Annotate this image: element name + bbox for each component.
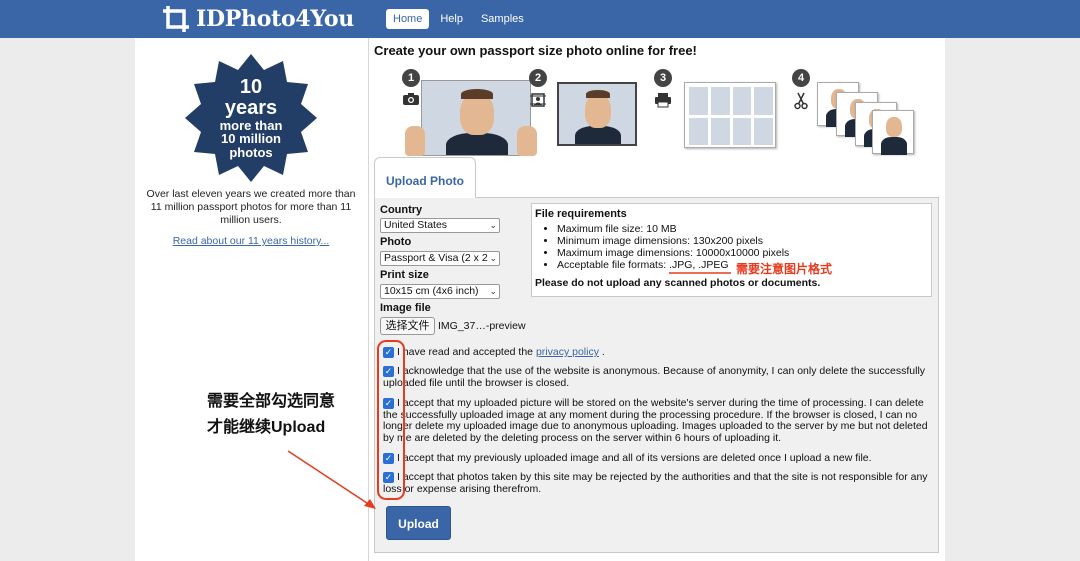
privacy-policy-link[interactable]: privacy policy: [536, 346, 599, 358]
step-2-photo: [557, 82, 637, 146]
requirement-item: Maximum image dimensions: 10000x10000 pi…: [557, 247, 928, 259]
check-text-end: .: [598, 346, 605, 358]
requirements-list: Maximum file size: 10 MB Minimum image d…: [535, 223, 928, 271]
tab-upload-photo[interactable]: Upload Photo: [374, 157, 476, 198]
check-text: I accept that photos taken by this site …: [383, 471, 928, 495]
anonymous-check-row: ✓ I acknowledge that the use of the webs…: [383, 365, 928, 389]
crop-frame-icon: [530, 93, 546, 107]
photo-select[interactable]: Passport & Visa (2 x 2 ⌄: [380, 251, 500, 266]
checkbox-annotation: 需要全部勾选同意 才能继续Upload: [207, 389, 335, 441]
choose-file-button[interactable]: 选择文件: [380, 317, 435, 335]
column-divider: [368, 38, 369, 561]
thumb-left: [405, 126, 425, 156]
previous-upload-check-row: ✓ I accept that my previously uploaded i…: [383, 452, 928, 465]
print-size-select[interactable]: 10x15 cm (4x6 inch) ⌄: [380, 284, 500, 299]
photo-label: Photo: [380, 236, 412, 248]
requirements-warning: Please do not upload any scanned photos …: [535, 277, 821, 289]
badge-number: 10: [239, 75, 263, 98]
history-link[interactable]: Read about our 11 years history...: [140, 235, 362, 247]
top-bar: IDPhoto4You Home Help Samples: [0, 0, 1080, 38]
step-4-number: 4: [792, 69, 810, 87]
crop-icon: [163, 6, 189, 32]
anonymous-checkbox[interactable]: ✓: [383, 366, 394, 377]
logo[interactable]: IDPhoto4You: [160, 3, 354, 35]
privacy-check-row: ✓ I have read and accepted the privacy p…: [383, 346, 928, 359]
country-select[interactable]: United States ⌄: [380, 218, 500, 233]
chevron-down-icon: ⌄: [489, 253, 497, 263]
annotation-line-1: 需要全部勾选同意: [207, 393, 336, 410]
storage-checkbox[interactable]: ✓: [383, 398, 394, 409]
storage-check-row: ✓ I accept that my uploaded picture will…: [383, 397, 931, 444]
annotation-line-2: 才能继续Upload: [207, 419, 326, 436]
country-value: United States: [384, 219, 448, 231]
step-1-number: 1: [402, 69, 420, 87]
nav-help[interactable]: Help: [433, 9, 470, 29]
requirement-item: Minimum image dimensions: 130x200 pixels: [557, 235, 928, 247]
print-size-label: Print size: [380, 269, 429, 281]
file-requirements: File requirements Maximum file size: 10 …: [531, 203, 932, 297]
check-text: I acknowledge that the use of the websit…: [383, 365, 926, 389]
print-size-value: 10x15 cm (4x6 inch): [384, 285, 479, 297]
rejection-checkbox[interactable]: ✓: [383, 472, 394, 483]
image-file-label: Image file: [380, 302, 431, 314]
page-title: Create your own passport size photo onli…: [374, 43, 697, 58]
rejection-check-row: ✓ I accept that photos taken by this sit…: [383, 471, 928, 495]
main-nav: Home Help Samples: [386, 9, 531, 29]
format-annotation: 需要注意图片格式: [736, 262, 833, 276]
printer-icon: [655, 93, 671, 108]
logo-text: IDPhoto4You: [196, 6, 354, 32]
nav-home[interactable]: Home: [386, 9, 430, 29]
step-1-photo: [421, 80, 531, 156]
camera-icon: [403, 93, 419, 105]
privacy-checkbox[interactable]: ✓: [383, 347, 394, 358]
chevron-down-icon: ⌄: [489, 286, 497, 296]
badge-million: 10 million: [221, 131, 281, 147]
photo-value: Passport & Visa (2 x 2: [384, 252, 488, 264]
ten-years-badge: 10 years more than 10 million photos: [184, 52, 318, 184]
requirement-item: Maximum file size: 10 MB: [557, 223, 928, 235]
nav-samples[interactable]: Samples: [474, 9, 531, 29]
thumb-right: [517, 126, 537, 156]
badge-more: more than: [219, 117, 283, 133]
badge-years: years: [224, 96, 278, 119]
requirements-title: File requirements: [535, 208, 627, 220]
file-name: IMG_37…-preview: [438, 320, 526, 332]
upload-button[interactable]: Upload: [386, 506, 451, 540]
country-label: Country: [380, 204, 423, 216]
cut-photo-4: [872, 110, 914, 155]
check-text: I accept that my uploaded picture will b…: [383, 397, 928, 444]
step-3-print-sheet: [684, 82, 776, 148]
badge-photos: photos: [229, 144, 273, 160]
scissors-icon: [794, 92, 808, 110]
check-text: I accept that my previously uploaded ima…: [397, 452, 872, 464]
step-2-number: 2: [529, 69, 547, 87]
step-3-number: 3: [654, 69, 672, 87]
previous-upload-checkbox[interactable]: ✓: [383, 453, 394, 464]
check-text: I have read and accepted the: [397, 346, 536, 358]
left-description: Over last eleven years we created more t…: [146, 188, 356, 226]
chevron-down-icon: ⌄: [489, 220, 497, 230]
